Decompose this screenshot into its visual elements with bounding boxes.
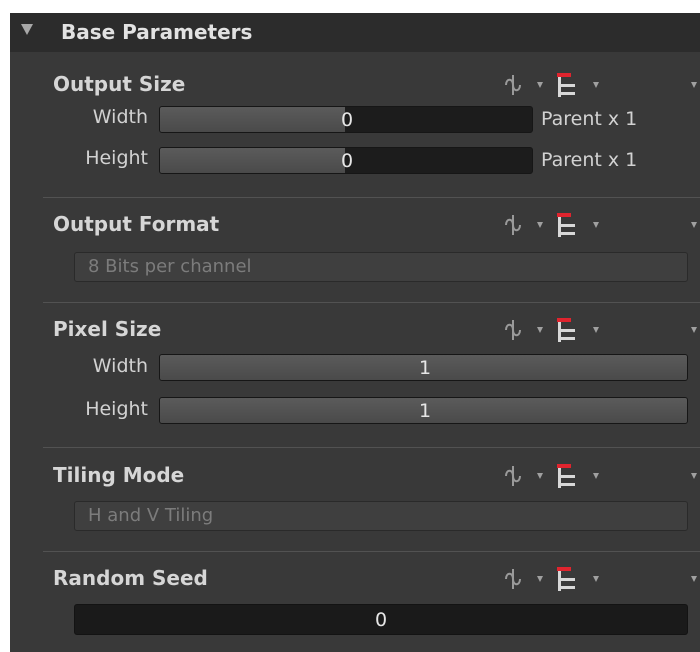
random-seed-value: 0 <box>374 609 388 631</box>
inheritance-dropdown-icon[interactable] <box>593 576 599 582</box>
inheritance-dropdown-icon[interactable] <box>593 222 599 228</box>
chevron-down-icon[interactable] <box>691 222 697 228</box>
function-dropdown-icon[interactable] <box>537 82 543 88</box>
panel-title: Base Parameters <box>61 20 253 44</box>
output-width-suffix: Parent x 1 <box>541 108 638 130</box>
function-curve-icon[interactable] <box>503 73 525 97</box>
chevron-down-icon[interactable] <box>691 576 697 582</box>
output-height-suffix: Parent x 1 <box>541 149 638 171</box>
slider-fill <box>160 148 345 173</box>
base-parameters-panel: Base Parameters Output Size Width 0 Pare… <box>10 13 700 652</box>
section-title-tiling-mode: Tiling Mode <box>53 463 185 487</box>
slider-value: 1 <box>419 357 432 379</box>
section-divider <box>43 447 700 448</box>
output-width-slider[interactable]: 0 <box>159 106 533 133</box>
chevron-down-icon[interactable] <box>691 82 697 88</box>
function-curve-icon[interactable] <box>503 318 525 342</box>
function-curve-icon[interactable] <box>503 567 525 591</box>
chevron-down-icon[interactable] <box>691 473 697 479</box>
slider-value: 1 <box>419 400 432 422</box>
inheritance-dropdown-icon[interactable] <box>593 473 599 479</box>
pixel-height-label: Height <box>85 398 148 420</box>
section-title-output-format: Output Format <box>53 212 220 236</box>
function-dropdown-icon[interactable] <box>537 473 543 479</box>
inheritance-tree-icon[interactable] <box>556 73 578 97</box>
output-height-slider[interactable]: 0 <box>159 147 533 174</box>
output-format-icons <box>503 213 700 237</box>
pixel-height-slider[interactable]: 1 <box>159 397 688 424</box>
slider-fill <box>160 107 345 132</box>
section-title-random-seed: Random Seed <box>53 566 208 590</box>
tiling-mode-icons <box>503 464 700 488</box>
inheritance-tree-icon[interactable] <box>556 318 578 342</box>
inheritance-dropdown-icon[interactable] <box>593 327 599 333</box>
inheritance-tree-icon[interactable] <box>556 213 578 237</box>
tiling-mode-dropdown[interactable]: H and V Tiling <box>74 501 688 531</box>
section-title-pixel-size: Pixel Size <box>53 317 162 341</box>
inheritance-tree-icon[interactable] <box>556 464 578 488</box>
function-curve-icon[interactable] <box>503 464 525 488</box>
function-dropdown-icon[interactable] <box>537 222 543 228</box>
pixel-size-icons <box>503 318 700 342</box>
output-format-dropdown[interactable]: 8 Bits per channel <box>74 252 688 282</box>
function-dropdown-icon[interactable] <box>537 576 543 582</box>
function-dropdown-icon[interactable] <box>537 327 543 333</box>
pixel-width-slider[interactable]: 1 <box>159 354 688 381</box>
output-size-icons <box>503 73 700 97</box>
collapse-arrow-icon[interactable] <box>21 24 33 35</box>
inheritance-tree-icon[interactable] <box>556 567 578 591</box>
section-divider <box>43 551 700 552</box>
output-height-label: Height <box>85 147 148 169</box>
pixel-width-label: Width <box>92 355 148 377</box>
section-title-output-size: Output Size <box>53 72 186 96</box>
chevron-down-icon[interactable] <box>691 327 697 333</box>
output-width-label: Width <box>92 106 148 128</box>
slider-value: 0 <box>341 150 354 172</box>
function-curve-icon[interactable] <box>503 213 525 237</box>
panel-header[interactable]: Base Parameters <box>10 13 700 52</box>
section-divider <box>43 302 700 303</box>
inheritance-dropdown-icon[interactable] <box>593 82 599 88</box>
random-seed-icons <box>503 567 700 591</box>
random-seed-input[interactable]: 0 <box>74 604 688 635</box>
section-divider <box>43 197 700 198</box>
slider-value: 0 <box>341 109 354 131</box>
